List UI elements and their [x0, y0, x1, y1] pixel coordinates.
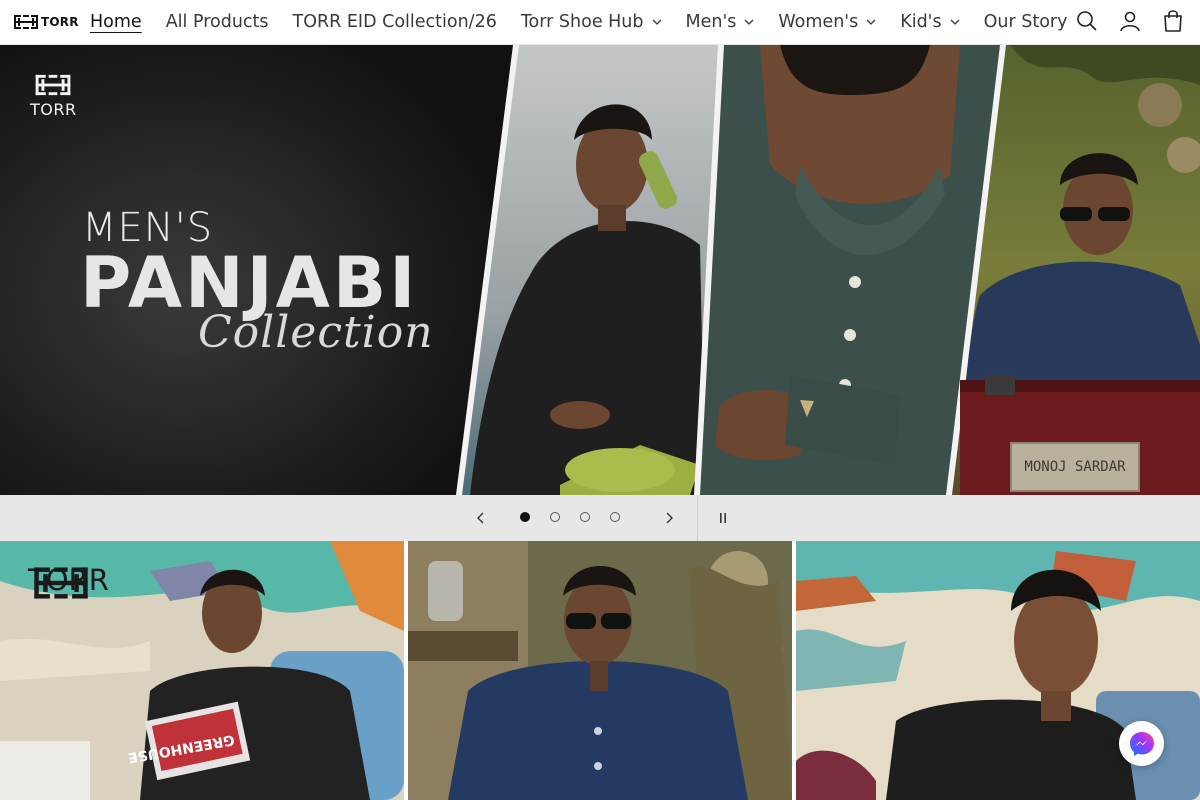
chevron-down-icon: [866, 19, 876, 25]
cart-button[interactable]: [1160, 8, 1186, 34]
lifestyle-tiles: GREENHOUSE TORR: [0, 541, 1200, 800]
chevron-down-icon: [950, 19, 960, 25]
nav-item-kids[interactable]: Kid's: [888, 12, 971, 32]
torr-logo-icon: [14, 15, 38, 29]
logo-text: TORR: [41, 15, 79, 29]
slideshow-controls: [0, 495, 1200, 541]
slide-dots: [520, 512, 620, 522]
controls-divider: [697, 495, 698, 541]
main-nav: Home All Products TORR EID Collection/26…: [78, 0, 1079, 44]
slide-dot-3[interactable]: [580, 512, 590, 522]
nav-label: Women's: [778, 12, 859, 32]
nav-item-all-products[interactable]: All Products: [154, 12, 281, 32]
account-icon: [1120, 11, 1140, 32]
nav-label: Home: [90, 12, 142, 32]
nav-label: Our Story: [983, 12, 1068, 32]
lifestyle-tile-2[interactable]: [408, 541, 792, 800]
pause-slideshow-button[interactable]: [712, 507, 734, 529]
nav-label: TORR EID Collection/26: [292, 12, 497, 32]
nav-label: All Products: [165, 12, 269, 32]
tile-logo: TORR: [28, 563, 109, 599]
chevron-right-icon: [666, 512, 673, 524]
nav-item-womens[interactable]: Women's: [766, 12, 888, 32]
messenger-chat-button[interactable]: [1119, 721, 1164, 766]
hero-logo: TORR: [30, 72, 77, 119]
nav-item-shoe-hub[interactable]: Torr Shoe Hub: [509, 12, 674, 32]
messenger-icon: [1129, 731, 1154, 756]
search-icon: [1077, 11, 1097, 31]
nav-label: Torr Shoe Hub: [520, 12, 644, 32]
harmonium-plaque: MONOJ SARDAR: [1010, 442, 1140, 492]
chevron-down-icon: [652, 19, 661, 25]
pause-icon: [720, 513, 726, 523]
lifestyle-tile-1[interactable]: GREENHOUSE TORR: [0, 541, 404, 800]
site-logo[interactable]: TORR: [14, 13, 79, 31]
torr-logo-icon: [35, 74, 71, 96]
hero-slideshow[interactable]: TORR MEN'S PANJABI Collection MONOJ SARD…: [0, 45, 1200, 495]
nav-item-home[interactable]: Home: [78, 12, 154, 32]
hero-heading-collection: Collection: [198, 307, 434, 358]
hero-logo-text: TORR: [30, 100, 77, 119]
previous-slide-button[interactable]: [470, 507, 492, 529]
lifestyle-image-sunglasses: [408, 541, 792, 800]
site-header: TORR Home All Products TORR EID Collecti…: [0, 0, 1200, 45]
nav-item-eid-collection[interactable]: TORR EID Collection/26: [281, 12, 509, 32]
torr-logo-icon: [34, 567, 88, 599]
slide-dot-4[interactable]: [610, 512, 620, 522]
nav-item-mens[interactable]: Men's: [674, 12, 767, 32]
account-button[interactable]: [1117, 8, 1143, 34]
nav-label: Kid's: [900, 12, 942, 32]
nav-label: Men's: [685, 12, 737, 32]
cart-icon: [1164, 10, 1182, 32]
next-slide-button[interactable]: [658, 507, 680, 529]
chevron-down-icon: [744, 19, 754, 25]
nav-item-our-story[interactable]: Our Story: [972, 12, 1080, 32]
search-button[interactable]: [1074, 8, 1100, 34]
slide-dot-2[interactable]: [550, 512, 560, 522]
header-icons: [1074, 8, 1186, 34]
slide-dot-1[interactable]: [520, 512, 530, 522]
chevron-left-icon: [477, 512, 484, 524]
